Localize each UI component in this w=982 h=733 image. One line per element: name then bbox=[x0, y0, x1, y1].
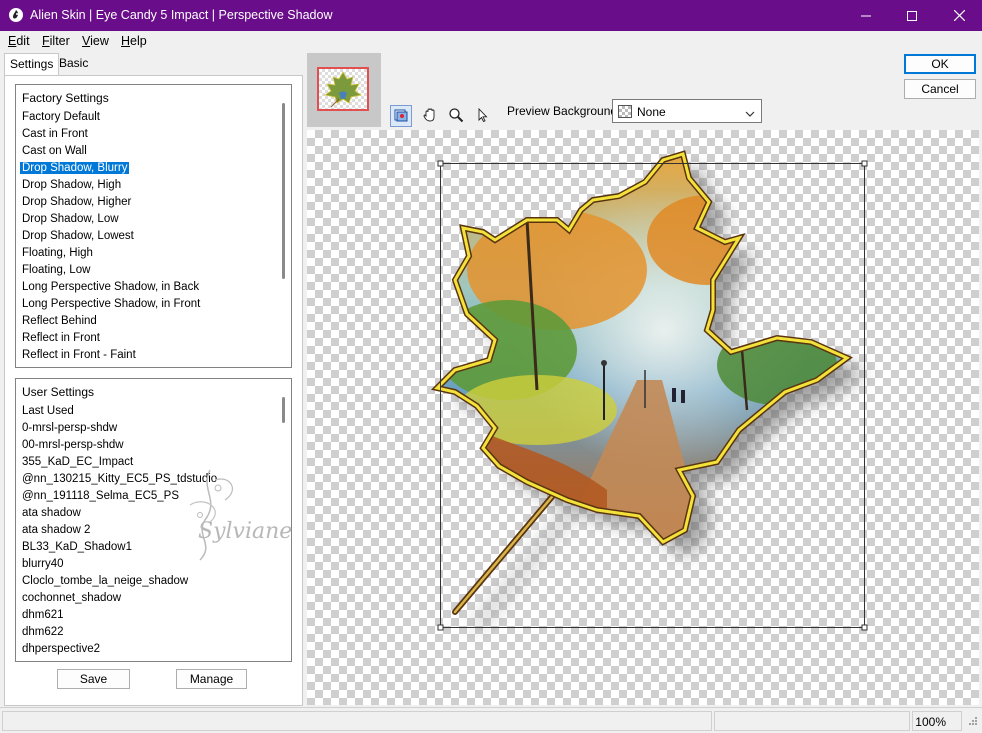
zoom-level: 100% bbox=[915, 715, 946, 729]
user-setting-item[interactable]: dhm622 bbox=[20, 624, 275, 641]
user-setting-item[interactable]: dhm621 bbox=[20, 607, 275, 624]
select-tool-button[interactable] bbox=[471, 105, 493, 127]
maximize-button[interactable] bbox=[889, 0, 935, 31]
menu-help[interactable]: Help bbox=[121, 34, 147, 48]
preview-background-value: None bbox=[637, 105, 666, 119]
save-button[interactable]: Save bbox=[57, 669, 130, 689]
user-setting-item[interactable]: 0-mrsl-persp-shdw bbox=[20, 420, 275, 437]
factory-setting-item[interactable]: Floating, High bbox=[20, 245, 275, 262]
factory-scrollbar[interactable] bbox=[282, 103, 285, 279]
tab-settings[interactable]: Settings bbox=[4, 53, 60, 76]
user-setting-item[interactable]: Last Used bbox=[20, 403, 275, 420]
user-setting-item[interactable]: Cloclo_tombe_la_neige_shadow bbox=[20, 573, 275, 590]
menu-edit[interactable]: Edit bbox=[8, 34, 30, 48]
user-setting-item[interactable]: cochonnet_shadow bbox=[20, 590, 275, 607]
resize-handle[interactable] bbox=[437, 624, 444, 631]
menu-bar: Edit Filter View Help bbox=[0, 31, 982, 51]
preview-toggle-button[interactable] bbox=[390, 105, 412, 127]
resize-handle[interactable] bbox=[861, 624, 868, 631]
tab-basic[interactable]: Basic bbox=[54, 53, 93, 75]
hand-icon bbox=[422, 107, 438, 126]
preview-background-label: Preview Background: bbox=[507, 104, 621, 118]
checker-swatch-icon bbox=[618, 105, 632, 118]
factory-settings-items: Factory Default Cast in Front Cast on Wall… bbox=[20, 109, 275, 364]
factory-setting-item[interactable]: Long Perspective Shadow, in Back bbox=[20, 279, 275, 296]
watermark-logo: Sylviane bbox=[170, 460, 295, 570]
resize-handle[interactable] bbox=[437, 160, 444, 167]
factory-settings-list[interactable]: Factory Settings Factory Default Cast in … bbox=[15, 84, 292, 368]
user-setting-item[interactable]: dhperspective2 bbox=[20, 641, 275, 658]
preview-toggle-icon bbox=[393, 107, 409, 126]
navigator-thumbnail[interactable] bbox=[307, 53, 381, 127]
resize-grip-icon[interactable] bbox=[968, 715, 978, 729]
cancel-button[interactable]: Cancel bbox=[904, 79, 976, 99]
manage-button[interactable]: Manage bbox=[176, 669, 247, 689]
menu-filter[interactable]: Filter bbox=[42, 34, 70, 48]
factory-setting-item[interactable]: Drop Shadow, Higher bbox=[20, 194, 275, 211]
factory-setting-item[interactable]: Drop Shadow, Lowest bbox=[20, 228, 275, 245]
user-scrollbar[interactable] bbox=[282, 397, 285, 423]
zoom-tool-button[interactable] bbox=[445, 105, 467, 127]
factory-setting-item[interactable]: Reflect Behind bbox=[20, 313, 275, 330]
minimize-button[interactable] bbox=[843, 0, 889, 31]
factory-setting-item[interactable]: Floating, Low bbox=[20, 262, 275, 279]
status-bar: 100% bbox=[0, 707, 982, 733]
factory-setting-item[interactable]: Drop Shadow, Blurry bbox=[20, 160, 275, 177]
factory-setting-item[interactable]: Cast in Front bbox=[20, 126, 275, 143]
user-setting-item[interactable]: 00-mrsl-persp-shdw bbox=[20, 437, 275, 454]
status-cell-info bbox=[714, 711, 910, 731]
arrow-icon bbox=[474, 107, 490, 126]
ok-button[interactable]: OK bbox=[904, 54, 976, 74]
app-icon bbox=[8, 7, 24, 23]
watermark-text: Sylviane bbox=[198, 519, 292, 544]
title-bar: Alien Skin | Eye Candy 5 Impact | Perspe… bbox=[0, 0, 982, 31]
factory-setting-item[interactable]: Reflect in Front - Faint bbox=[20, 347, 275, 364]
factory-setting-item[interactable]: Factory Default bbox=[20, 109, 275, 126]
window-title: Alien Skin | Eye Candy 5 Impact | Perspe… bbox=[30, 8, 333, 22]
factory-setting-item[interactable]: Reflect in Front bbox=[20, 330, 275, 347]
menu-view[interactable]: View bbox=[82, 34, 109, 48]
factory-setting-item[interactable]: Long Perspective Shadow, in Front bbox=[20, 296, 275, 313]
hand-tool-button[interactable] bbox=[419, 105, 441, 127]
resize-handle[interactable] bbox=[861, 160, 868, 167]
factory-settings-header: Factory Settings bbox=[22, 91, 109, 105]
thumbnail-viewport[interactable] bbox=[317, 67, 369, 111]
factory-setting-item[interactable]: Cast on Wall bbox=[20, 143, 275, 160]
chevron-down-icon bbox=[745, 107, 755, 121]
status-cell-message bbox=[2, 711, 712, 731]
factory-setting-item[interactable]: Drop Shadow, High bbox=[20, 177, 275, 194]
zoom-icon bbox=[448, 107, 464, 126]
user-settings-header: User Settings bbox=[22, 385, 95, 399]
preview-background-select[interactable]: None bbox=[612, 99, 762, 123]
close-button[interactable] bbox=[936, 0, 982, 31]
preview-canvas[interactable] bbox=[307, 130, 979, 705]
factory-setting-item[interactable]: Drop Shadow, Low bbox=[20, 211, 275, 228]
